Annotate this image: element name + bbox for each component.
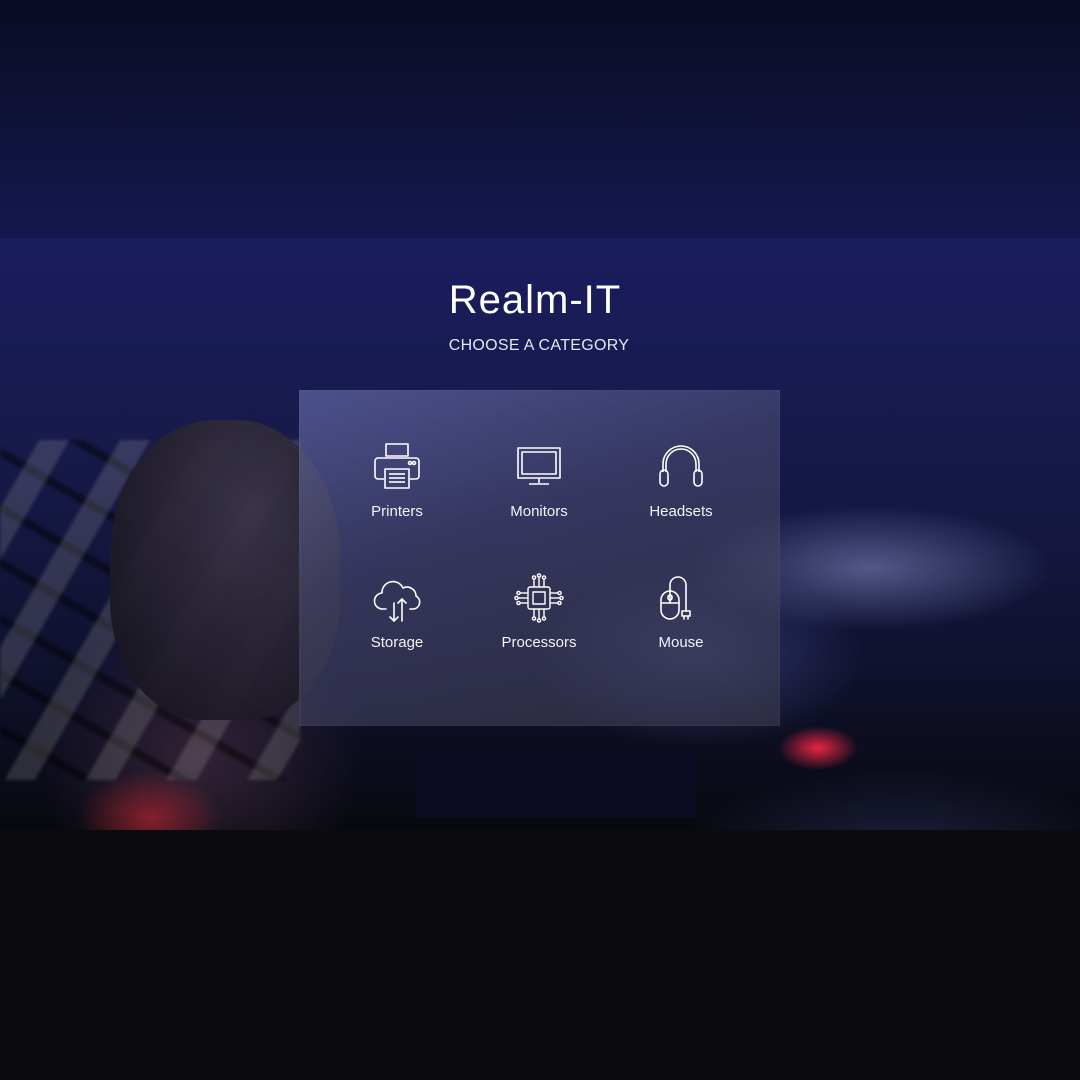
printer-icon: [372, 442, 422, 492]
page: Realm-IT CHOOSE A CATEGORY Printers Moni…: [0, 0, 1080, 1080]
category-panel: Printers Monitors Headsets Storage Proce…: [299, 390, 780, 726]
category-monitors[interactable]: Monitors: [468, 442, 610, 542]
category-processors[interactable]: Processors: [468, 573, 610, 673]
cloud-storage-icon: [372, 573, 422, 623]
category-storage[interactable]: Storage: [326, 573, 468, 673]
category-label: Printers: [371, 503, 423, 520]
monitor-icon: [514, 442, 564, 492]
category-headsets[interactable]: Headsets: [610, 442, 752, 542]
headset-icon: [656, 442, 706, 492]
dark-block-decoration: [416, 755, 696, 818]
category-label: Storage: [370, 634, 424, 651]
category-grid: Printers Monitors Headsets Storage Proce…: [299, 390, 780, 726]
category-label: Monitors: [510, 503, 568, 520]
footer-background: [0, 830, 1080, 1080]
category-label: Headsets: [649, 503, 713, 520]
brand-title: Realm-IT: [448, 278, 622, 322]
page-subtitle: CHOOSE A CATEGORY: [448, 337, 630, 354]
processor-chip-icon: [514, 573, 564, 623]
category-mouse[interactable]: Mouse: [610, 573, 752, 673]
category-printers[interactable]: Printers: [326, 442, 468, 542]
category-label: Mouse: [658, 634, 704, 651]
header-background: [0, 0, 1080, 238]
category-label: Processors: [501, 634, 577, 651]
mouse-icon: [656, 573, 706, 623]
